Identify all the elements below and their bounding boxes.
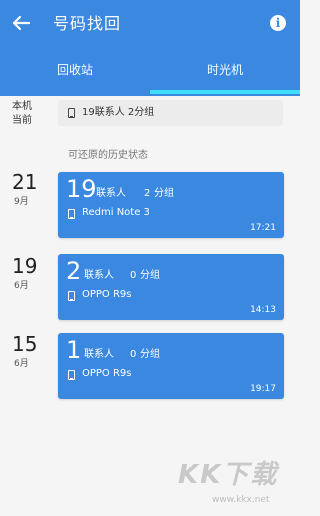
snapshot-card[interactable]: 1 联系人 0 分组 OPPO R9s 19:17 — [58, 333, 284, 399]
tab-time-machine[interactable]: 时光机 — [150, 58, 300, 82]
groups-label: 分组 — [140, 349, 160, 360]
phone-icon — [68, 370, 75, 380]
device-name: OPPO R9s — [82, 368, 132, 379]
app-screen: 号码找回 i 回收站 时光机 本机 当前 19联系人 2分组 可还原的历史状态 … — [0, 0, 300, 516]
groups-label: 分组 — [154, 188, 174, 199]
info-icon[interactable]: i — [270, 15, 286, 31]
snapshot-time: 17:21 — [250, 223, 276, 233]
snapshot-card[interactable]: 2 联系人 0 分组 OPPO R9s 14:13 — [58, 254, 284, 320]
group-count: 0 — [130, 270, 137, 281]
device-name: Redmi Note 3 — [82, 207, 150, 218]
history-heading: 可还原的历史状态 — [68, 150, 148, 161]
contact-count: 19 — [66, 175, 97, 203]
local-summary-box: 19联系人 2分组 — [58, 100, 283, 126]
group-count: 2 — [144, 188, 151, 199]
contacts-label: 联系人 — [96, 188, 126, 199]
app-bar: 号码找回 i 回收站 时光机 — [0, 0, 300, 96]
watermark-url: www.kkx.net — [212, 495, 270, 505]
snapshot-time: 14:13 — [250, 305, 276, 315]
snapshot-day: 19 — [12, 254, 38, 278]
contacts-label: 联系人 — [84, 349, 114, 360]
contact-count: 1 — [66, 336, 82, 364]
snapshot-time: 19:17 — [250, 384, 276, 394]
contacts-label: 联系人 — [84, 270, 114, 281]
device-name: OPPO R9s — [82, 289, 132, 300]
phone-icon — [68, 108, 75, 118]
groups-label: 分组 — [140, 270, 160, 281]
arrow-left-icon[interactable] — [10, 12, 32, 34]
snapshot-month: 6月 — [14, 281, 29, 291]
local-summary-text: 19联系人 2分组 — [82, 107, 155, 118]
snapshot-card[interactable]: 19 联系人 2 分组 Redmi Note 3 17:21 — [58, 172, 284, 238]
tab-indicator — [150, 90, 300, 94]
snapshot-month: 6月 — [14, 359, 29, 369]
snapshot-day: 21 — [12, 170, 38, 194]
contact-count: 2 — [66, 257, 82, 285]
local-label-line: 本机 当前 — [12, 101, 32, 126]
group-count: 0 — [130, 349, 137, 360]
phone-icon — [68, 291, 75, 301]
snapshot-day: 15 — [12, 332, 38, 356]
page-title: 号码找回 — [53, 14, 122, 33]
local-current-label: 本机 当前 — [12, 100, 42, 128]
phone-icon — [68, 209, 75, 219]
snapshot-month: 9月 — [14, 197, 29, 207]
tab-recycle-bin[interactable]: 回收站 — [0, 58, 150, 82]
